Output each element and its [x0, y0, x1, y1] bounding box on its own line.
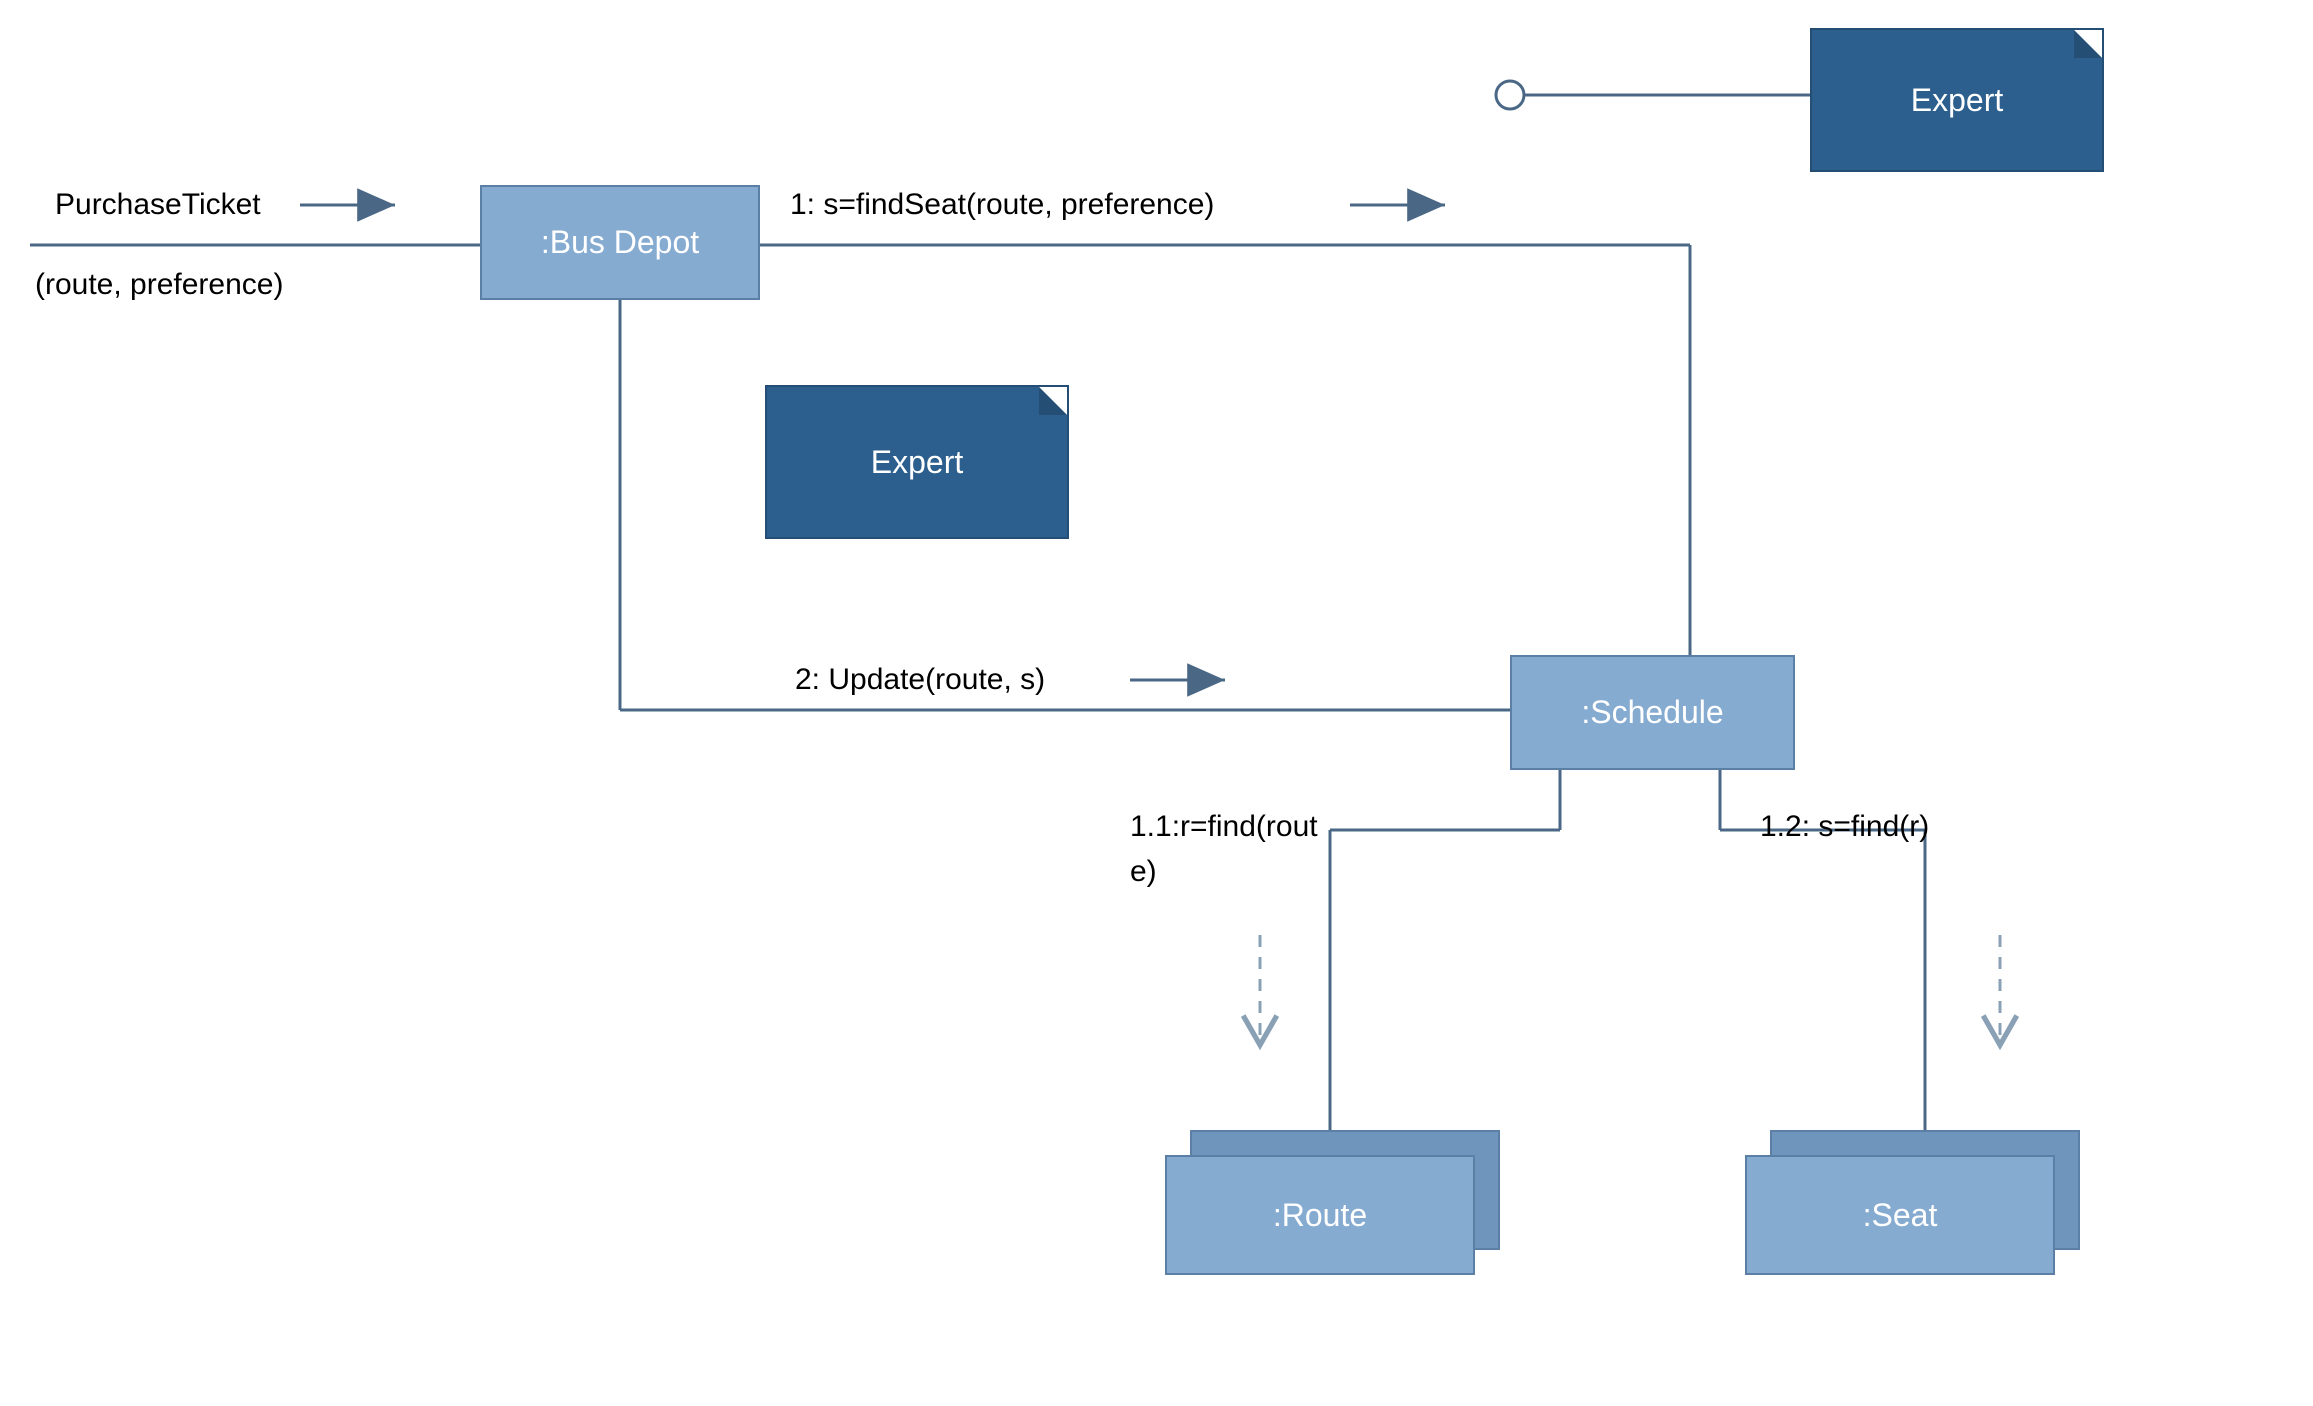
msg-1-1-line2: e): [1130, 855, 1157, 889]
note-expert-mid[interactable]: Expert: [765, 385, 1069, 539]
note-expert-top-label: Expert: [1911, 82, 2003, 119]
node-seat[interactable]: :Seat: [1745, 1155, 2055, 1275]
msg-1-1-line1: 1.1:r=find(rout: [1130, 810, 1318, 844]
node-route[interactable]: :Route: [1165, 1155, 1475, 1275]
node-schedule-label: :Schedule: [1581, 694, 1723, 731]
diagram-canvas: PurchaseTicket (route, preference) 1: s=…: [0, 0, 2313, 1406]
msg-purchase-ticket-bottom: (route, preference): [35, 268, 283, 302]
msg-purchase-ticket-top: PurchaseTicket: [55, 188, 261, 222]
msg-1: 1: s=findSeat(route, preference): [790, 188, 1214, 222]
node-seat-label: :Seat: [1863, 1197, 1938, 1234]
msg-1-2: 1.2: s=find(r): [1760, 810, 1929, 844]
node-bus-depot-label: :Bus Depot: [541, 224, 699, 261]
note-expert-top[interactable]: Expert: [1810, 28, 2104, 172]
msg-2: 2: Update(route, s): [795, 663, 1045, 697]
node-route-label: :Route: [1273, 1197, 1367, 1234]
node-schedule[interactable]: :Schedule: [1510, 655, 1795, 770]
node-bus-depot[interactable]: :Bus Depot: [480, 185, 760, 300]
note-expert-mid-label: Expert: [871, 444, 963, 481]
